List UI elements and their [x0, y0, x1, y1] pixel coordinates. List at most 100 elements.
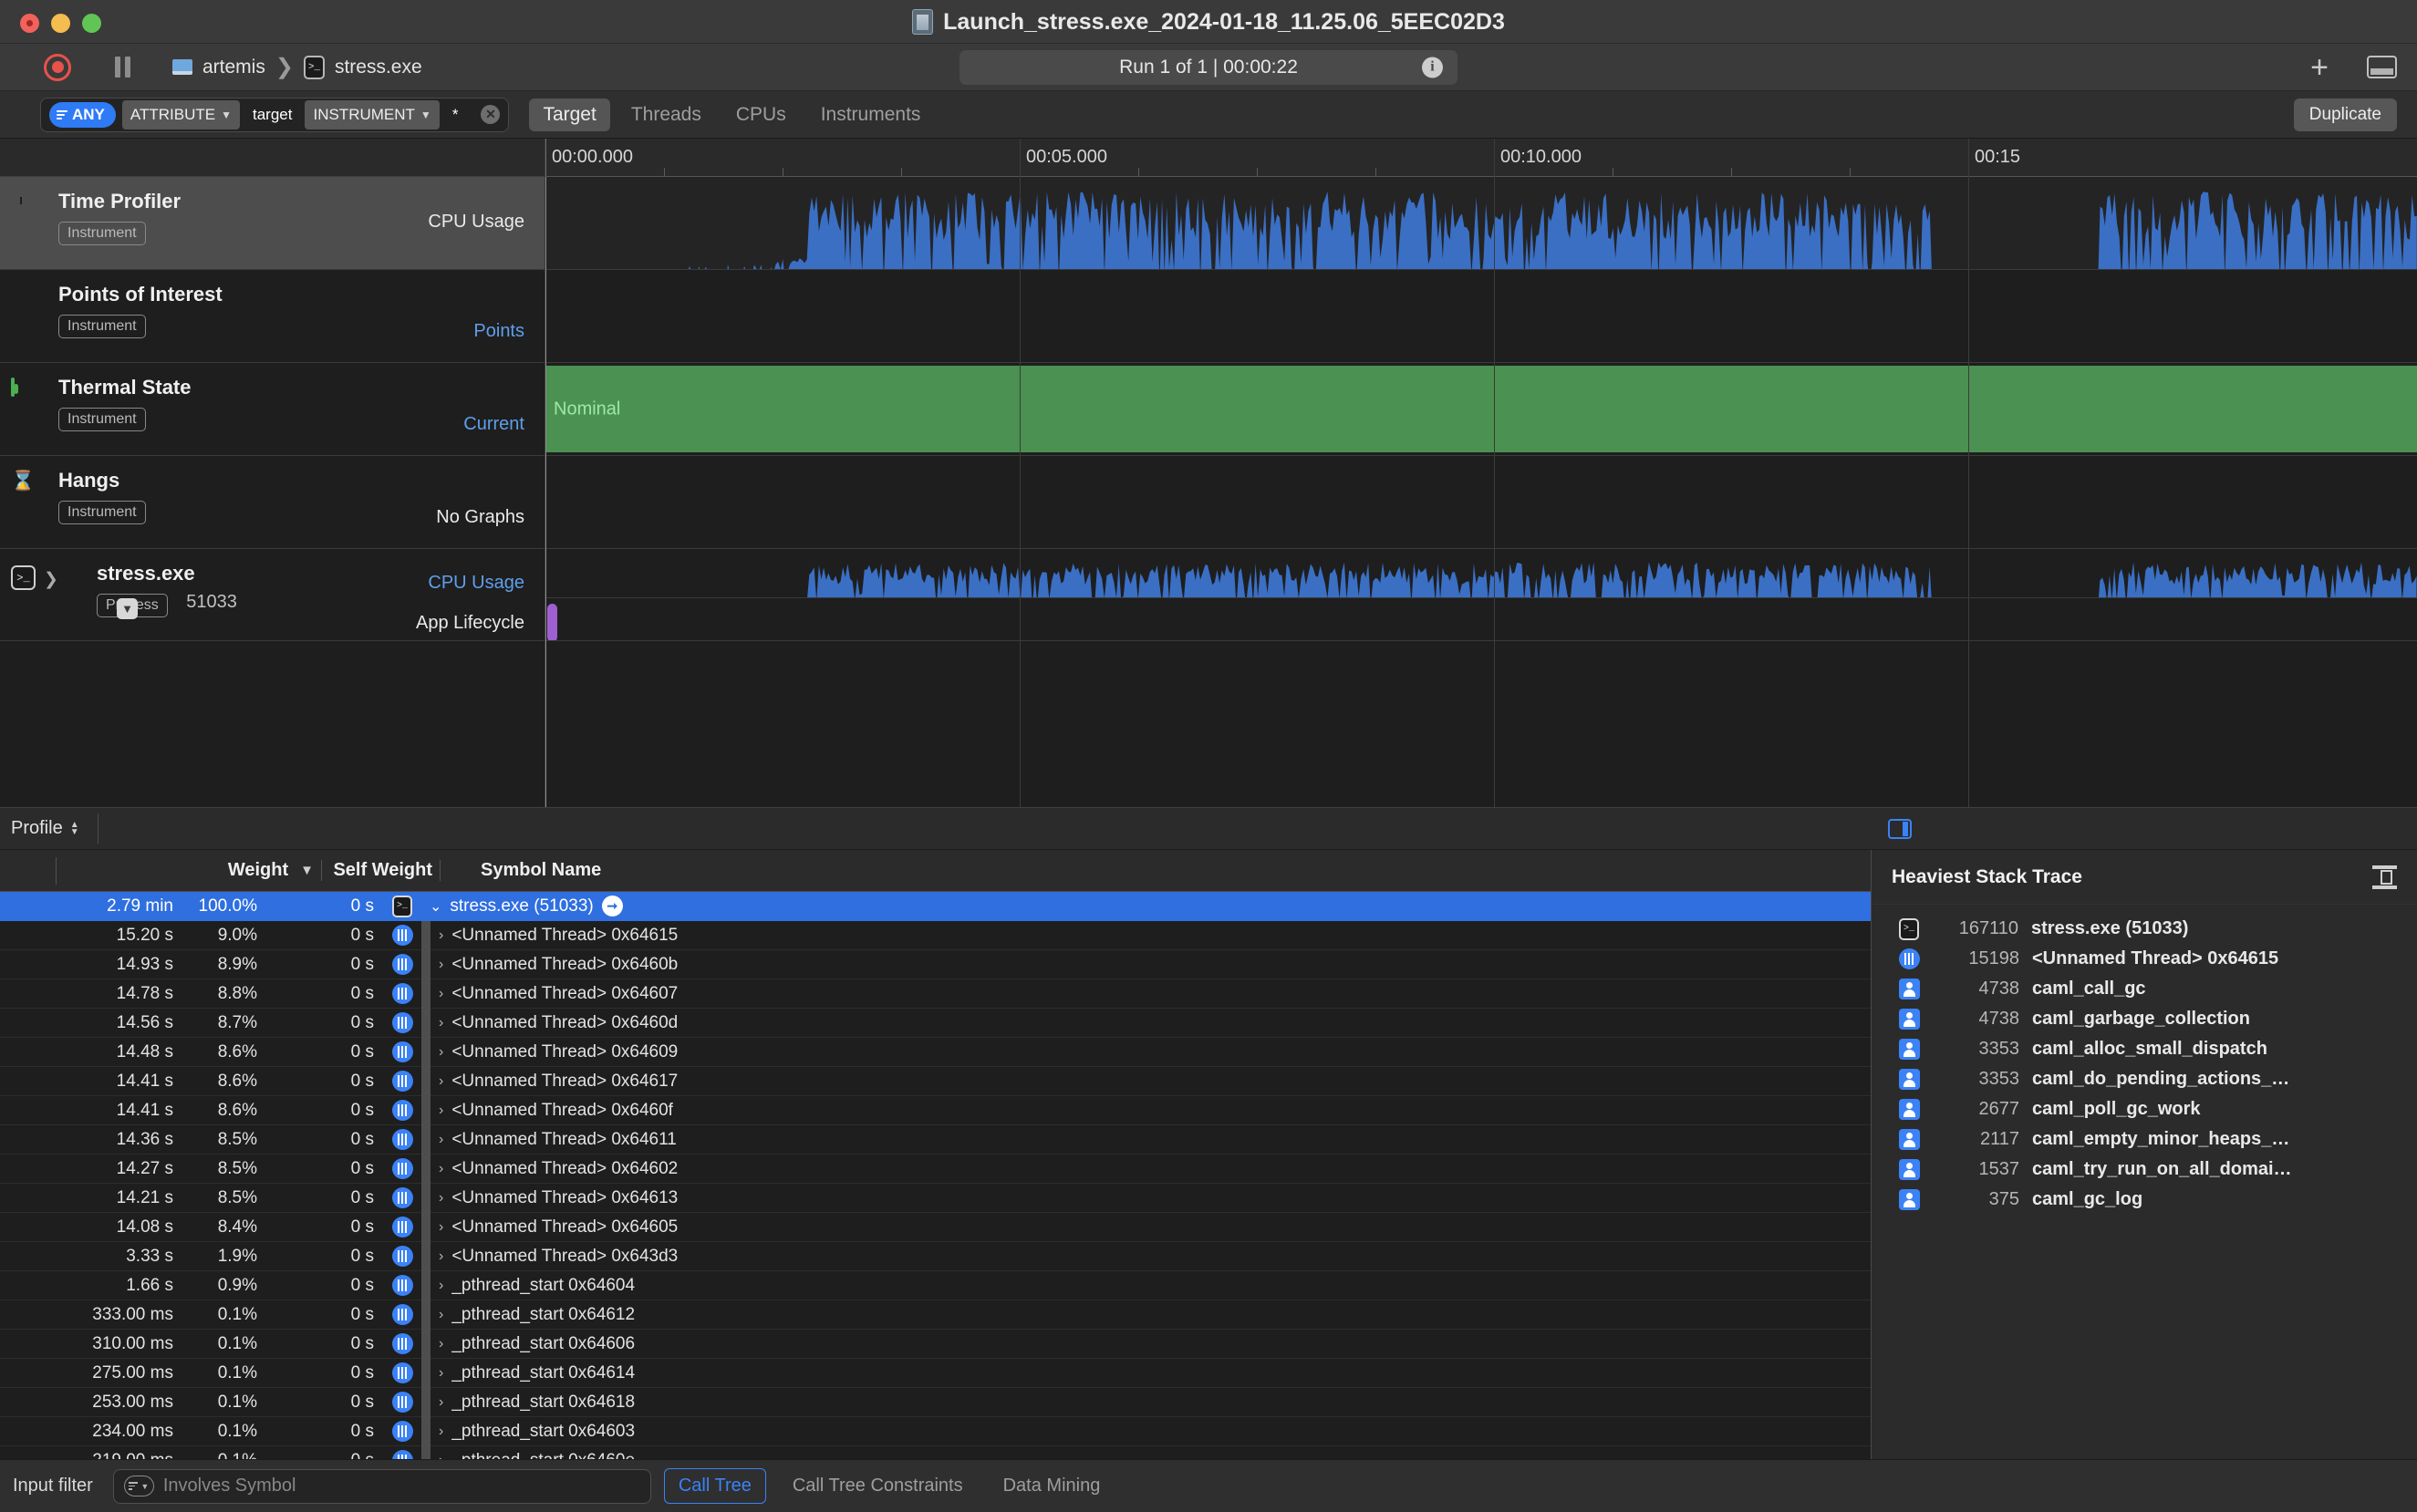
table-row[interactable]: 2.79 min100.0%0 s>_⌄stress.exe (51033)➞: [0, 892, 1871, 921]
column-self-weight[interactable]: Self Weight: [321, 860, 440, 881]
table-row[interactable]: 14.08 s8.4%0 s›<Unnamed Thread> 0x64605: [0, 1213, 1871, 1242]
chevron-right-icon[interactable]: ›: [439, 1424, 443, 1440]
graph-thermal-state[interactable]: Nominal: [545, 363, 2417, 456]
table-row[interactable]: 310.00 ms0.1%0 s›_pthread_start 0x64606: [0, 1330, 1871, 1359]
chevron-right-icon[interactable]: ›: [439, 957, 443, 973]
search-input[interactable]: ▼ Involves Symbol: [113, 1469, 651, 1504]
table-row[interactable]: 253.00 ms0.1%0 s›_pthread_start 0x64618: [0, 1388, 1871, 1417]
table-row[interactable]: 3.33 s1.9%0 s›<Unnamed Thread> 0x643d3: [0, 1242, 1871, 1271]
tab-target[interactable]: Target: [529, 98, 609, 131]
chevron-right-icon[interactable]: ›: [439, 1394, 443, 1411]
table-row[interactable]: 14.21 s8.5%0 s›<Unnamed Thread> 0x64613: [0, 1184, 1871, 1213]
track-stress-exe[interactable]: >_ ❯ stress.exe Process 51033 ▼ CPU Usag…: [0, 549, 545, 641]
chevron-right-icon[interactable]: ›: [439, 1015, 443, 1031]
track-graph-label[interactable]: CPU Usage: [428, 212, 524, 233]
chevron-right-icon[interactable]: ›: [439, 1219, 443, 1236]
chevron-right-icon[interactable]: ›: [439, 1073, 443, 1090]
chevron-right-icon[interactable]: ›: [439, 1103, 443, 1119]
info-icon[interactable]: i: [1422, 57, 1443, 78]
track-points-of-interest[interactable]: Points of Interest Instrument Points: [0, 270, 545, 363]
track-graph-label[interactable]: CPU Usage: [428, 573, 524, 594]
track-graph-label[interactable]: Points: [473, 321, 524, 342]
filter-any-pill[interactable]: ANY: [49, 102, 116, 128]
table-row[interactable]: 14.48 s8.6%0 s›<Unnamed Thread> 0x64609: [0, 1038, 1871, 1067]
list-item[interactable]: 3353caml_do_pending_actions_…: [1872, 1064, 2417, 1094]
data-mining-button[interactable]: Data Mining: [990, 1469, 1115, 1503]
list-item[interactable]: 2117caml_empty_minor_heaps_…: [1872, 1124, 2417, 1155]
tab-cpus[interactable]: CPUs: [722, 98, 800, 131]
track-time-profiler[interactable]: Time Profiler Instrument CPU Usage: [0, 177, 545, 270]
track-graph-label[interactable]: Current: [463, 414, 524, 435]
table-row[interactable]: 275.00 ms0.1%0 s›_pthread_start 0x64614: [0, 1359, 1871, 1388]
call-tree-constraints-button[interactable]: Call Tree Constraints: [779, 1469, 977, 1503]
list-item[interactable]: 15198<Unnamed Thread> 0x64615: [1872, 944, 2417, 974]
filter-token-instrument[interactable]: INSTRUMENT ▼: [305, 100, 439, 129]
chevron-right-icon[interactable]: ›: [439, 1307, 443, 1323]
detail-panel-icon[interactable]: [1888, 819, 1912, 839]
chevron-right-icon[interactable]: ›: [439, 1044, 443, 1061]
plus-icon[interactable]: +: [2310, 52, 2329, 83]
call-tree-button[interactable]: Call Tree: [664, 1468, 766, 1504]
table-row[interactable]: 234.00 ms0.1%0 s›_pthread_start 0x64603: [0, 1417, 1871, 1446]
filter-token-wildcard[interactable]: *: [446, 100, 465, 129]
chevron-right-icon[interactable]: ›: [439, 1190, 443, 1206]
record-icon[interactable]: [44, 54, 71, 81]
tab-threads[interactable]: Threads: [617, 98, 715, 131]
chevron-down-icon[interactable]: ⌄: [430, 897, 441, 916]
chevron-down-icon[interactable]: ▼: [117, 598, 138, 619]
chevron-right-icon[interactable]: ❯: [44, 569, 58, 590]
clear-icon[interactable]: ✕: [481, 105, 500, 124]
table-row[interactable]: 219.00 ms0.1%0 s›_pthread_start 0x6460e: [0, 1446, 1871, 1459]
table-row[interactable]: 14.56 s8.7%0 s›<Unnamed Thread> 0x6460d: [0, 1009, 1871, 1038]
table-row[interactable]: 14.93 s8.9%0 s›<Unnamed Thread> 0x6460b: [0, 950, 1871, 979]
chevron-right-icon[interactable]: ›: [439, 1161, 443, 1177]
profile-selector[interactable]: Profile ▲▼: [0, 818, 79, 839]
table-row[interactable]: 14.36 s8.5%0 s›<Unnamed Thread> 0x64611: [0, 1125, 1871, 1155]
graph-time-profiler[interactable]: [545, 177, 2417, 270]
graph-points-of-interest[interactable]: [545, 270, 2417, 363]
chevron-right-icon[interactable]: ›: [439, 986, 443, 1002]
list-item[interactable]: 4738caml_garbage_collection: [1872, 1004, 2417, 1034]
breadcrumb-device[interactable]: artemis: [202, 57, 265, 78]
list-item[interactable]: 3353caml_alloc_small_dispatch: [1872, 1034, 2417, 1064]
timeline-ruler[interactable]: 00:00.000 00:05.000 00:10.000 00:15: [545, 139, 2417, 177]
duplicate-button[interactable]: Duplicate: [2294, 98, 2397, 131]
table-row[interactable]: 14.41 s8.6%0 s›<Unnamed Thread> 0x6460f: [0, 1096, 1871, 1125]
table-row[interactable]: 14.78 s8.8%0 s›<Unnamed Thread> 0x64607: [0, 979, 1871, 1009]
column-weight[interactable]: Weight ▼: [57, 860, 321, 881]
thermal-nominal-band[interactable]: Nominal: [545, 366, 2417, 452]
chevron-right-icon[interactable]: ›: [439, 927, 443, 944]
focus-subtree-button[interactable]: ➞: [602, 896, 623, 917]
filter-field[interactable]: ANY ATTRIBUTE ▼ target INSTRUMENT ▼ * ✕: [40, 98, 509, 132]
list-item[interactable]: 2677caml_poll_gc_work: [1872, 1094, 2417, 1124]
toggle-panel-icon[interactable]: [2367, 56, 2397, 78]
list-item[interactable]: 375caml_gc_log: [1872, 1185, 2417, 1215]
chevron-right-icon[interactable]: ›: [439, 1248, 443, 1265]
chevron-right-icon[interactable]: ›: [439, 1365, 443, 1382]
table-row[interactable]: 14.41 s8.6%0 s›<Unnamed Thread> 0x64617: [0, 1067, 1871, 1096]
track-graph-label-2[interactable]: App Lifecycle: [416, 613, 524, 634]
list-item[interactable]: 4738caml_call_gc: [1872, 974, 2417, 1004]
graph-hangs[interactable]: [545, 456, 2417, 549]
track-thermal-state[interactable]: Thermal State Instrument Current: [0, 363, 545, 456]
graph-app-lifecycle[interactable]: [545, 598, 2417, 641]
track-hangs[interactable]: ⌛ Hangs Instrument No Graphs: [0, 456, 545, 549]
column-symbol-name[interactable]: Symbol Name: [440, 860, 1871, 881]
list-item[interactable]: >_167110stress.exe (51033): [1872, 914, 2417, 944]
filter-token-attribute[interactable]: ATTRIBUTE ▼: [122, 100, 240, 129]
table-row[interactable]: 1.66 s0.9%0 s›_pthread_start 0x64604: [0, 1271, 1871, 1300]
chevron-right-icon[interactable]: ›: [439, 1336, 443, 1352]
app-lifecycle-marker[interactable]: [547, 604, 557, 641]
table-row[interactable]: 14.27 s8.5%0 s›<Unnamed Thread> 0x64602: [0, 1155, 1871, 1184]
graph-stress-cpu[interactable]: [545, 549, 2417, 598]
chevron-right-icon[interactable]: ›: [439, 1132, 443, 1148]
breadcrumb-target[interactable]: stress.exe: [335, 57, 422, 78]
chevron-right-icon[interactable]: ›: [439, 1278, 443, 1294]
table-row[interactable]: 333.00 ms0.1%0 s›_pthread_start 0x64612: [0, 1300, 1871, 1330]
table-row[interactable]: 15.20 s9.0%0 s›<Unnamed Thread> 0x64615: [0, 921, 1871, 950]
run-status-pill[interactable]: Run 1 of 1 | 00:00:22 i: [960, 50, 1457, 85]
chevron-right-icon[interactable]: ›: [439, 1453, 443, 1460]
filter-token-target[interactable]: target: [246, 100, 298, 129]
pause-icon[interactable]: [115, 57, 130, 78]
filter-chip-icon[interactable]: ▼: [124, 1476, 154, 1496]
